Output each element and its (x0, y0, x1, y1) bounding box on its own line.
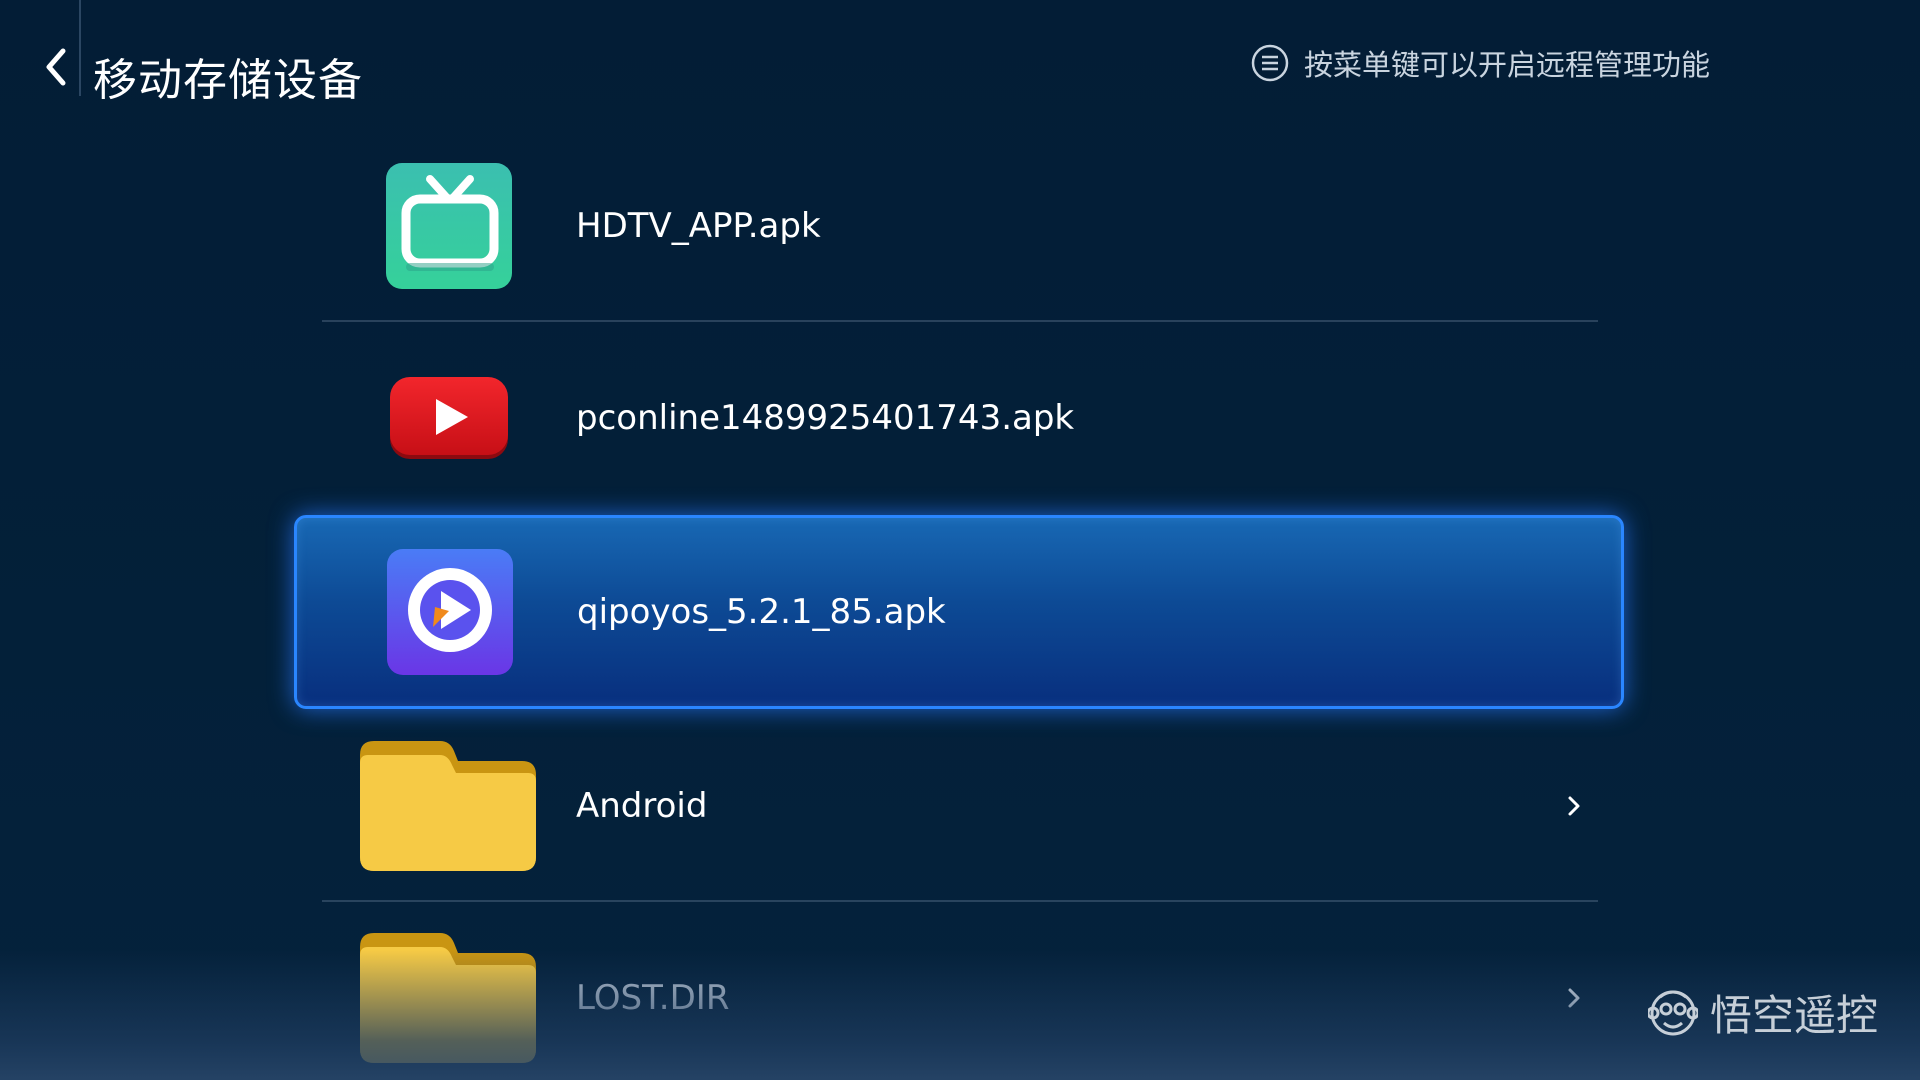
file-name: pconline1489925401743.apk (576, 398, 1075, 438)
folder-name: LOST.DIR (576, 978, 730, 1018)
folder-icon (360, 741, 536, 871)
folder-row-android[interactable]: Android (322, 710, 1598, 902)
chevron-right-icon (1564, 792, 1584, 820)
chevron-right-icon (1564, 984, 1584, 1012)
watermark: 悟空遥控 (1648, 982, 1878, 1043)
folder-row-lost-dir[interactable]: LOST.DIR (322, 902, 1598, 1080)
file-name: qipoyos_5.2.1_85.apk (577, 592, 946, 632)
file-list: HDTV_APP.apk pconline1489925401743.apk q… (0, 0, 1920, 1080)
youtube-play-icon (384, 353, 514, 483)
file-row-pconline[interactable]: pconline1489925401743.apk (322, 322, 1598, 514)
file-name: HDTV_APP.apk (576, 206, 821, 246)
folder-icon (360, 933, 536, 1063)
watermark-text: 悟空遥控 (1710, 991, 1879, 1040)
qipo-player-icon (385, 547, 515, 677)
file-manager-screen: 移动存储设备 按菜单键可以开启远程管理功能 HDTV_APP.apk pconl… (0, 0, 1920, 1080)
folder-name: Android (576, 786, 708, 826)
file-row-hdtv-app[interactable]: HDTV_APP.apk (322, 130, 1598, 322)
tv-app-icon (384, 161, 514, 291)
file-row-qipoyos[interactable]: qipoyos_5.2.1_85.apk (294, 515, 1624, 709)
monkey-logo-icon (1648, 990, 1698, 1035)
